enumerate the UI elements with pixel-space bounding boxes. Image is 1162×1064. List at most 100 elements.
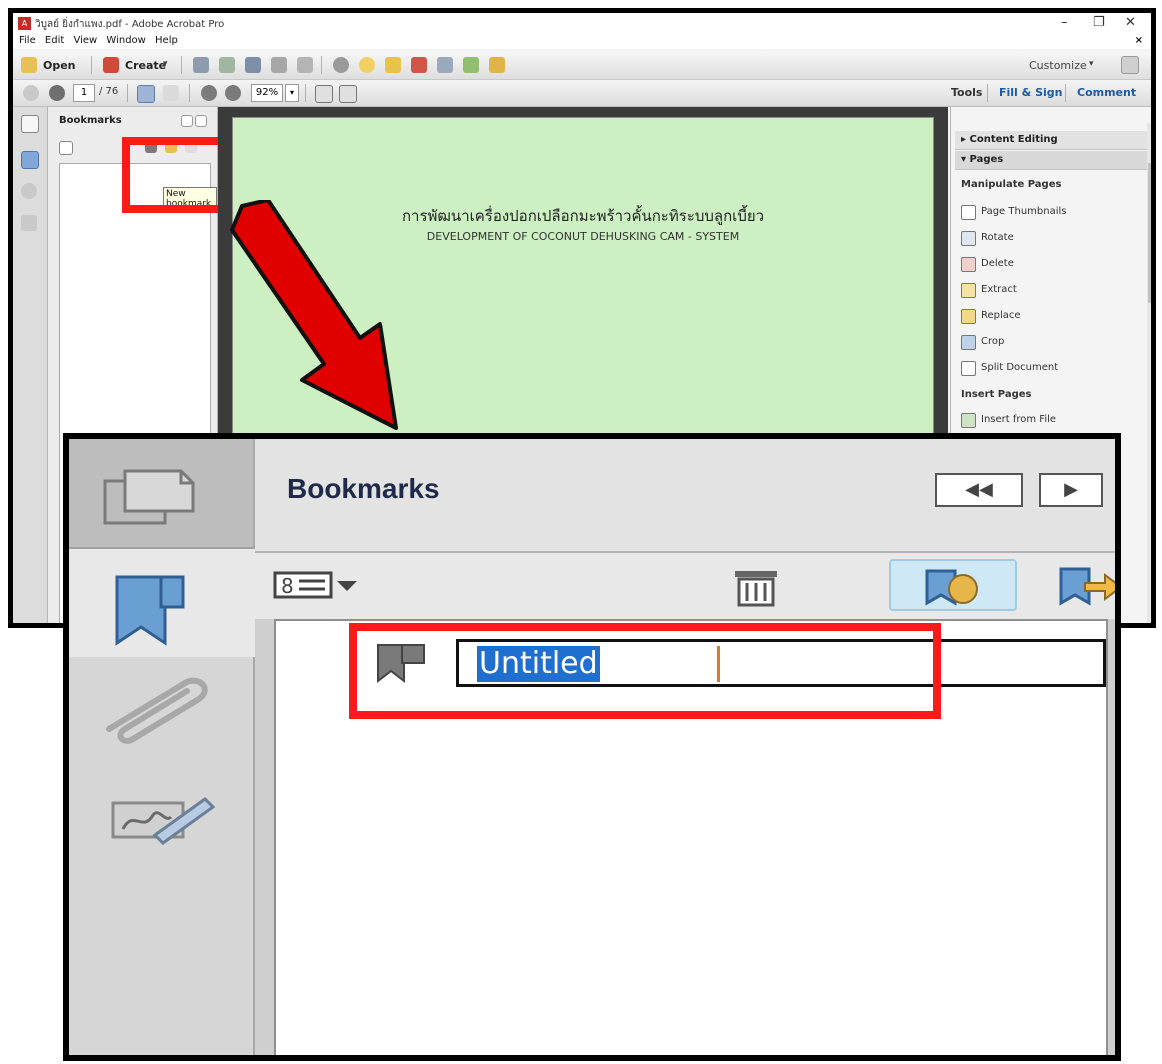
next-page-icon[interactable] (49, 85, 65, 101)
paperclip-icon[interactable] (21, 183, 37, 199)
extract-icon (961, 283, 976, 298)
folder-open-icon[interactable] (21, 57, 37, 73)
delete-page-icon[interactable] (411, 57, 427, 73)
edit-icon[interactable] (271, 57, 287, 73)
zoom-pages-tab[interactable] (69, 439, 253, 549)
fit-page-icon[interactable] (315, 85, 333, 103)
content-editing-label: Content Editing (969, 134, 1058, 145)
zoom-in-icon[interactable] (225, 85, 241, 101)
main-toolbar: Open Create ▾ Customize ▾ (13, 51, 1151, 80)
toolbar-divider (91, 56, 92, 74)
collapse-panel-icon[interactable] (181, 115, 193, 127)
hand-tool-icon[interactable] (163, 85, 179, 101)
fill-sign-tab[interactable]: Fill & Sign (999, 86, 1062, 99)
comment-bubble-icon[interactable] (359, 57, 375, 73)
split-document-tool[interactable]: Split Document (981, 362, 1058, 373)
zoom-out-icon[interactable] (201, 85, 217, 101)
content-editing-section[interactable]: ▸ Content Editing (955, 131, 1151, 150)
zoom-bookmarks-tab[interactable] (69, 549, 255, 657)
minimize-button[interactable]: – (1061, 15, 1068, 30)
zoom-dropdown-icon[interactable]: ▾ (285, 84, 299, 102)
expand-arrow-icon: ▸ (961, 134, 970, 145)
tools-panel-scrollbar[interactable] (1147, 123, 1151, 623)
page-number-input[interactable]: 1 (73, 84, 95, 102)
attachments-paperclip-icon[interactable] (99, 669, 219, 749)
tools-tab[interactable]: Tools (951, 86, 982, 99)
bookmark-options-button[interactable]: 8 (273, 569, 357, 601)
toolbar-divider (189, 84, 190, 102)
save-icon[interactable] (193, 57, 209, 73)
menu-help[interactable]: Help (155, 35, 178, 46)
rotate-icon (961, 231, 976, 246)
collapse-panel-button[interactable]: ◀◀ (935, 473, 1023, 507)
nav-tab-strip (13, 107, 48, 623)
maximize-button[interactable]: ❐ (1093, 15, 1105, 30)
pages-label: Pages (969, 154, 1004, 165)
toolbar-divider (305, 84, 306, 102)
red-arrow-graphic (230, 200, 398, 430)
pages-section[interactable]: ▾ Pages (955, 151, 1151, 170)
close-button[interactable]: ✕ (1125, 15, 1136, 30)
create-pdf-icon[interactable] (103, 57, 119, 73)
menu-close-document[interactable]: × (1135, 35, 1143, 46)
previous-page-icon[interactable] (23, 85, 39, 101)
delete-tool[interactable]: Delete (981, 258, 1014, 269)
collapse-arrow-icon: ▾ (961, 154, 970, 165)
menu-window[interactable]: Window (106, 35, 145, 46)
customize-button[interactable]: Customize (1029, 59, 1087, 72)
extract-tool[interactable]: Extract (981, 284, 1017, 295)
insert-pages-heading: Insert Pages (961, 389, 1032, 400)
open-button[interactable]: Open (43, 59, 76, 72)
bookmark-icon[interactable] (21, 151, 39, 169)
scrollbar-thumb[interactable] (1148, 163, 1151, 303)
navigation-toolbar: 1 / 76 92% ▾ Tools Fill & Sign Comment (13, 80, 1151, 107)
split-document-icon (961, 361, 976, 376)
customize-dropdown-icon[interactable]: ▾ (1089, 59, 1094, 69)
page-thumbnails-icon[interactable] (21, 115, 39, 133)
menu-edit[interactable]: Edit (45, 35, 64, 46)
replace-page-icon[interactable] (489, 57, 505, 73)
menu-view[interactable]: View (73, 35, 97, 46)
zoom-level-input[interactable]: 92% (251, 84, 283, 102)
signatures-icon[interactable] (109, 789, 219, 849)
page-thumbnails-icon (103, 469, 195, 525)
insert-page-icon[interactable] (437, 57, 453, 73)
acrobat-app-icon: A (18, 17, 31, 30)
arrow-shape (230, 200, 398, 430)
print-icon[interactable] (245, 57, 261, 73)
zoom-bookmarks-header: Bookmarks ◀◀ ▶ (255, 439, 1115, 553)
replace-tool[interactable]: Replace (981, 310, 1021, 321)
replace-icon (961, 309, 976, 324)
menu-file[interactable]: File (19, 35, 36, 46)
panel-options-button[interactable]: ▶ (1039, 473, 1103, 507)
create-button[interactable]: Create (125, 59, 166, 72)
stamp-icon[interactable] (385, 57, 401, 73)
panel-options-icon[interactable] (195, 115, 207, 127)
bookmark-icon (115, 575, 185, 646)
zoom-bookmarks-title: Bookmarks (287, 473, 440, 504)
select-tool-icon[interactable] (137, 85, 155, 103)
new-bookmark-from-structure-icon[interactable] (1055, 565, 1121, 607)
bookmark-options-icon[interactable] (59, 141, 73, 155)
rotate-tool[interactable]: Rotate (981, 232, 1014, 243)
toolbar-divider (181, 56, 182, 74)
email-icon[interactable] (297, 57, 313, 73)
insert-from-file-icon (961, 413, 976, 428)
cloud-upload-icon[interactable] (219, 57, 235, 73)
page-thumbnails-tool[interactable]: Page Thumbnails (981, 206, 1067, 217)
fullscreen-icon[interactable] (339, 85, 357, 103)
crop-tool[interactable]: Crop (981, 336, 1004, 347)
highlight-untitled-box (349, 623, 941, 719)
extract-page-icon[interactable] (463, 57, 479, 73)
crop-icon (961, 335, 976, 350)
window-title: วิบูลย์ ยิ่งกำแพง.pdf - Adobe Acrobat Pr… (35, 19, 225, 30)
signature-icon[interactable] (21, 215, 37, 231)
new-bookmark-button[interactable] (889, 559, 1017, 611)
delete-bookmark-icon[interactable] (731, 567, 781, 607)
comment-tab[interactable]: Comment (1077, 86, 1136, 99)
svg-text:8: 8 (281, 574, 294, 598)
settings-gear-icon[interactable] (333, 57, 349, 73)
create-dropdown-icon[interactable]: ▾ (163, 59, 168, 69)
expand-window-icon[interactable] (1121, 56, 1139, 74)
insert-from-file-tool[interactable]: Insert from File (981, 414, 1056, 425)
